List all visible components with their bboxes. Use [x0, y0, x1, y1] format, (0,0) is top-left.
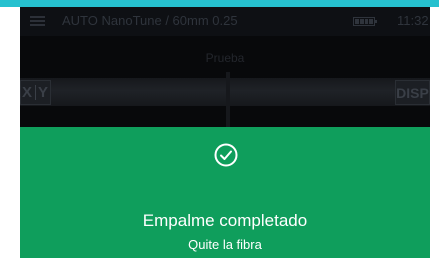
fiber-image [20, 78, 430, 106]
xy-toggle-button[interactable]: XY [20, 80, 51, 105]
camera-view: Prueba XY DISP [20, 36, 430, 140]
battery-icon [353, 17, 377, 26]
hamburger-menu-icon[interactable] [30, 16, 45, 27]
completion-title: Empalme completado [142, 211, 308, 230]
splicer-screen: AUTO NanoTune / 60mm 0.25 11:32 Prueba X… [20, 7, 430, 258]
status-bar: AUTO NanoTune / 60mm 0.25 11:32 [20, 7, 430, 36]
mode-label: AUTO NanoTune / 60mm 0.25 [62, 13, 238, 28]
completion-subtitle: Quite la fibra [188, 237, 262, 252]
device-frame: AUTO NanoTune / 60mm 0.25 11:32 Prueba X… [0, 0, 439, 258]
disp-button[interactable]: DISP [395, 80, 430, 105]
program-label: Prueba [205, 51, 245, 65]
x-label: X [21, 84, 33, 101]
clock: 11:32 [397, 13, 429, 28]
check-circle-icon [214, 143, 238, 167]
splice-complete-panel[interactable]: Empalme completado Quite la fibra [20, 127, 430, 258]
y-label: Y [38, 84, 50, 101]
top-accent-band [0, 0, 439, 7]
